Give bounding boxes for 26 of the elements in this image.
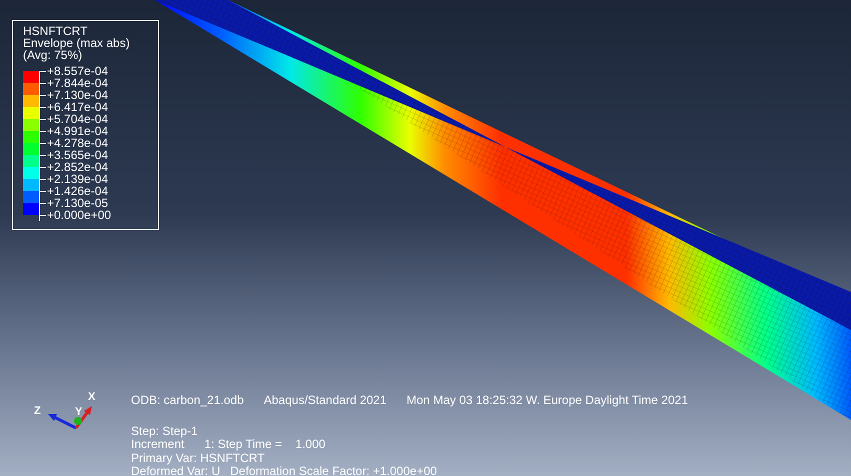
info-text: Abaqus/Standard 2021 — [264, 394, 387, 408]
legend-value: +7.130e-05 — [47, 197, 108, 209]
axis-label: Y — [75, 407, 82, 418]
legend-value: +7.844e-04 — [47, 77, 108, 89]
legend-value: +8.557e-04 — [47, 65, 108, 77]
legend-title: (Avg: 75%) — [23, 49, 82, 61]
axis-label: X — [88, 392, 96, 403]
info-text: Mon May 03 18:25:32 W. Europe Daylight Time 2021 — [406, 394, 688, 408]
legend-value: +4.991e-04 — [47, 125, 108, 137]
axis-label: Z — [34, 406, 41, 417]
legend-title: Envelope (max abs) — [23, 37, 131, 49]
legend-value: +6.417e-04 — [47, 101, 108, 113]
info-text: Increment 1: Step Time = 1.000 — [131, 437, 326, 451]
info-text: Deformed Var: U Deformation Scale Factor: +1.000e+00 — [131, 464, 437, 476]
info-text: ODB: carbon_21.odb — [131, 394, 244, 408]
legend-value: +7.130e-04 — [47, 89, 108, 101]
legend-value: +1.426e-04 — [47, 185, 108, 197]
legend-title: HSNFTCRT — [23, 25, 88, 37]
legend-value: +3.565e-04 — [47, 149, 108, 161]
info-text: Primary Var: HSNFTCRT — [131, 450, 265, 464]
legend-value: +5.704e-04 — [47, 113, 108, 125]
legend-value: +0.000e+00 — [47, 209, 112, 221]
legend-value: +2.852e-04 — [47, 161, 108, 173]
info-text: Step: Step-1 — [131, 424, 198, 438]
legend-value: +2.139e-04 — [47, 173, 108, 185]
legend-value: +4.278e-04 — [47, 137, 108, 149]
